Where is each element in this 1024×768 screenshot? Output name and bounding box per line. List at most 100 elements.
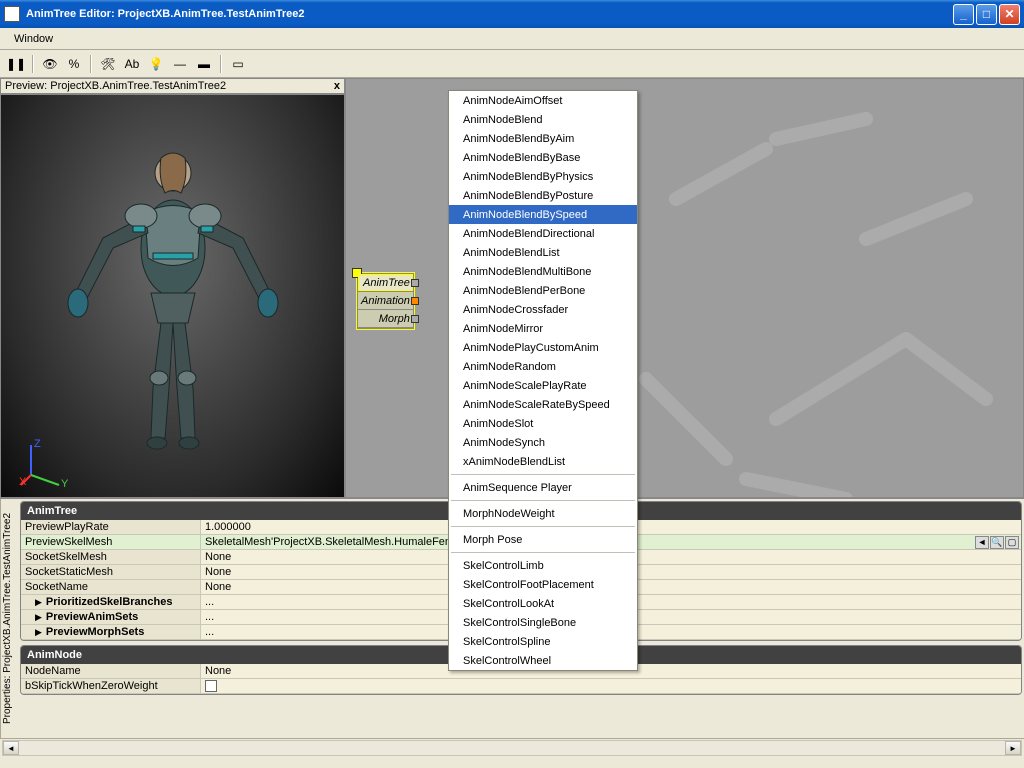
tools-icon[interactable]: 🛠 bbox=[98, 54, 118, 74]
context-menu-item[interactable]: AnimNodeBlendByPosture bbox=[449, 186, 637, 205]
use-arrow-button[interactable]: ◄ bbox=[975, 536, 989, 549]
property-key: PreviewPlayRate bbox=[21, 520, 201, 534]
context-menu-item[interactable]: SkelControlFootPlacement bbox=[449, 575, 637, 594]
property-key: SocketSkelMesh bbox=[21, 550, 201, 564]
context-menu-item[interactable]: AnimNodeRandom bbox=[449, 357, 637, 376]
node-row-morph[interactable]: Morph bbox=[358, 310, 413, 328]
property-value[interactable] bbox=[201, 679, 1021, 693]
context-menu-item[interactable]: SkelControlSingleBone bbox=[449, 613, 637, 632]
checkbox[interactable] bbox=[205, 680, 217, 692]
close-button[interactable]: ✕ bbox=[999, 4, 1020, 25]
eye-icon[interactable]: 👁 bbox=[40, 54, 60, 74]
preview-close-button[interactable]: x bbox=[334, 80, 340, 92]
property-key: SocketName bbox=[21, 580, 201, 594]
context-menu-item[interactable]: AnimNodeBlendByAim bbox=[449, 129, 637, 148]
context-menu-item[interactable]: AnimNodePlayCustomAnim bbox=[449, 338, 637, 357]
context-menu-item[interactable]: SkelControlWheel bbox=[449, 651, 637, 670]
toolbar-separator bbox=[32, 55, 34, 73]
context-menu-item[interactable]: AnimNodeSlot bbox=[449, 414, 637, 433]
context-menu-item[interactable]: SkelControlLimb bbox=[449, 556, 637, 575]
preview-viewport[interactable]: Z Y X bbox=[0, 94, 345, 498]
clear-button[interactable]: ▢ bbox=[1005, 536, 1019, 549]
node-title: AnimTree bbox=[363, 277, 410, 289]
node-connector[interactable] bbox=[411, 297, 419, 305]
bottom-scrollbar-area: ◄ ► bbox=[0, 738, 1024, 756]
maximize-button[interactable]: □ bbox=[976, 4, 997, 25]
context-menu-item[interactable]: AnimNodeBlendByPhysics bbox=[449, 167, 637, 186]
node-box: AnimTree Animation Morph bbox=[357, 273, 414, 329]
context-menu-item[interactable]: AnimSequence Player bbox=[449, 478, 637, 497]
browse-button[interactable]: 🔍 bbox=[990, 536, 1004, 549]
context-menu-item[interactable]: AnimNodeBlendBySpeed bbox=[449, 205, 637, 224]
pause-button[interactable]: ❚❚ bbox=[6, 54, 26, 74]
context-menu-item[interactable]: AnimNodeScaleRateBySpeed bbox=[449, 395, 637, 414]
slider-icon[interactable]: — bbox=[170, 54, 190, 74]
context-menu-item[interactable]: xAnimNodeBlendList bbox=[449, 452, 637, 471]
context-menu-item[interactable]: AnimNodeBlendDirectional bbox=[449, 224, 637, 243]
context-menu-item[interactable]: AnimNodeBlendList bbox=[449, 243, 637, 262]
bulb-icon[interactable]: 💡 bbox=[146, 54, 166, 74]
toolbar: ❚❚ 👁 % 🛠 Ab 💡 — ▬ ▭ bbox=[0, 50, 1024, 78]
expand-arrow-icon[interactable]: ▶ bbox=[35, 627, 42, 638]
context-menu-item[interactable]: AnimNodeCrossfader bbox=[449, 300, 637, 319]
expand-arrow-icon[interactable]: ▶ bbox=[35, 597, 42, 608]
axis-gizmo: Z Y X bbox=[19, 437, 69, 487]
context-menu-item[interactable]: AnimNodeBlendMultiBone bbox=[449, 262, 637, 281]
property-row[interactable]: bSkipTickWhenZeroWeight bbox=[21, 679, 1021, 694]
slider2-icon[interactable]: ▬ bbox=[194, 54, 214, 74]
menu-window[interactable]: Window bbox=[6, 31, 61, 47]
context-menu-item[interactable]: SkelControlSpline bbox=[449, 632, 637, 651]
preview-title: Preview: ProjectXB.AnimTree.TestAnimTree… bbox=[5, 80, 226, 92]
context-menu-item[interactable]: AnimNodeMirror bbox=[449, 319, 637, 338]
app-icon bbox=[4, 6, 20, 22]
context-menu-item[interactable]: AnimNodeAimOffset bbox=[449, 91, 637, 110]
context-menu-item[interactable]: AnimNodeBlend bbox=[449, 110, 637, 129]
expand-arrow-icon[interactable]: ▶ bbox=[35, 612, 42, 623]
preview-header: Preview: ProjectXB.AnimTree.TestAnimTree… bbox=[0, 78, 345, 94]
preview-panel: Preview: ProjectXB.AnimTree.TestAnimTree… bbox=[0, 78, 345, 498]
node-row-animation[interactable]: Animation bbox=[358, 292, 413, 310]
node-connector[interactable] bbox=[411, 279, 419, 287]
animtree-node[interactable]: AnimTree Animation Morph bbox=[357, 273, 414, 329]
misc-button[interactable]: ▭ bbox=[228, 54, 248, 74]
context-menu-item[interactable]: AnimNodeBlendByBase bbox=[449, 148, 637, 167]
property-key: ▶PreviewMorphSets bbox=[21, 625, 201, 639]
context-menu-item[interactable]: AnimNodeBlendPerBone bbox=[449, 281, 637, 300]
context-menu-item[interactable]: SkelControlLookAt bbox=[449, 594, 637, 613]
property-key: PreviewSkelMesh bbox=[21, 535, 201, 549]
context-menu-item[interactable]: MorphNodeWeight bbox=[449, 504, 637, 523]
menubar: Window bbox=[0, 28, 1024, 50]
svg-text:Z: Z bbox=[34, 438, 41, 450]
context-menu: AnimNodeAimOffsetAnimNodeBlendAnimNodeBl… bbox=[448, 90, 638, 671]
value-tool-buttons: ◄🔍▢ bbox=[975, 536, 1019, 549]
node-connector[interactable] bbox=[411, 315, 419, 323]
window-title: AnimTree Editor: ProjectXB.AnimTree.Test… bbox=[26, 8, 953, 20]
graph-canvas[interactable] bbox=[345, 78, 1024, 498]
toolbar-separator bbox=[90, 55, 92, 73]
toolbar-separator bbox=[220, 55, 222, 73]
scroll-left-button[interactable]: ◄ bbox=[3, 741, 19, 755]
property-key: NodeName bbox=[21, 664, 201, 678]
context-menu-item[interactable]: AnimNodeSynch bbox=[449, 433, 637, 452]
context-menu-separator bbox=[451, 552, 635, 553]
node-title-row[interactable]: AnimTree bbox=[358, 274, 413, 292]
property-key: bSkipTickWhenZeroWeight bbox=[21, 679, 201, 693]
property-key: ▶PreviewAnimSets bbox=[21, 610, 201, 624]
property-key: ▶PrioritizedSkelBranches bbox=[21, 595, 201, 609]
node-row-label: Animation bbox=[361, 295, 410, 307]
svg-text:Y: Y bbox=[61, 478, 69, 487]
property-key: SocketStaticMesh bbox=[21, 565, 201, 579]
minimize-button[interactable]: _ bbox=[953, 4, 974, 25]
context-menu-item[interactable]: Morph Pose bbox=[449, 530, 637, 549]
scroll-right-button[interactable]: ► bbox=[1005, 741, 1021, 755]
node-row-label: Morph bbox=[379, 313, 410, 325]
percent-button[interactable]: % bbox=[64, 54, 84, 74]
scroll-track[interactable] bbox=[19, 741, 1005, 755]
horizontal-scrollbar[interactable]: ◄ ► bbox=[2, 740, 1022, 756]
context-menu-item[interactable]: AnimNodeScalePlayRate bbox=[449, 376, 637, 395]
window-controls: _ □ ✕ bbox=[953, 4, 1020, 25]
titlebar: AnimTree Editor: ProjectXB.AnimTree.Test… bbox=[0, 0, 1024, 28]
properties-tab[interactable]: Properties: ProjectXB.AnimTree.TestAnimT… bbox=[0, 499, 18, 738]
label-button[interactable]: Ab bbox=[122, 54, 142, 74]
context-menu-separator bbox=[451, 474, 635, 475]
